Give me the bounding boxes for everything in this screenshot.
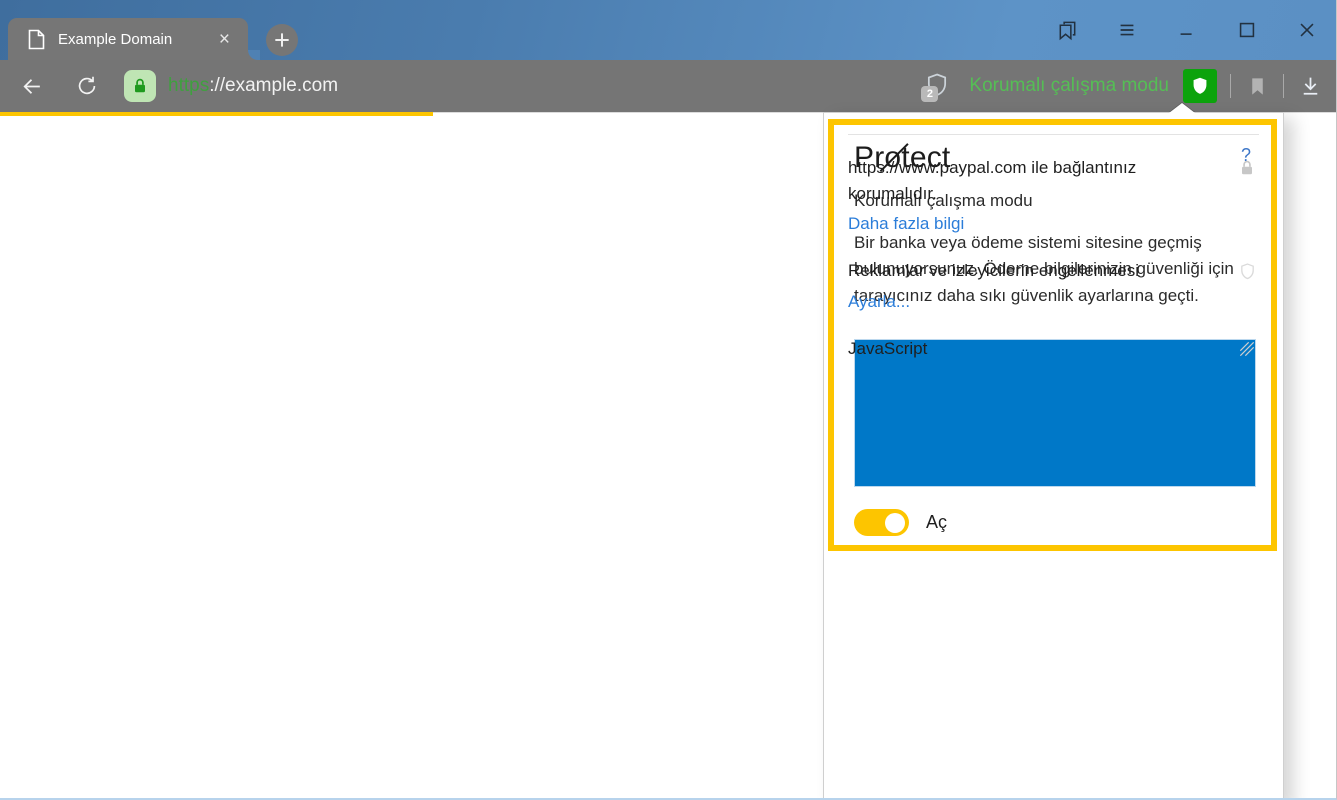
refresh-icon[interactable] xyxy=(74,73,100,99)
payment-banner-image xyxy=(854,339,1256,487)
url-scheme: https xyxy=(168,75,209,96)
connection-security-text: https://www.paypal.com ile bağlantınız k… xyxy=(848,155,1208,206)
url-field[interactable]: https://example.com xyxy=(168,75,338,97)
gear-icon xyxy=(1237,338,1257,360)
popup-arrow xyxy=(1169,103,1195,113)
protect-mode-label[interactable]: Korumalı çalışma modu xyxy=(969,75,1169,97)
javascript-text: JavaScript xyxy=(848,336,1208,362)
url-rest: ://example.com xyxy=(209,75,338,96)
blocked-count-badge: 2 xyxy=(921,86,938,102)
protect-popup: Protect ? Korumalı çalışma modu Bir bank… xyxy=(823,112,1284,800)
address-bar: https://example.com 2 Korumalı çalışma m… xyxy=(0,60,1337,112)
browser-window: Example Domain × xyxy=(0,0,1337,800)
secure-lock-icon[interactable] xyxy=(124,70,156,102)
javascript-section: JavaScript xyxy=(824,336,1283,362)
new-tab-button[interactable] xyxy=(266,24,298,56)
titlebar: Example Domain × xyxy=(0,0,1337,60)
shield-outline-icon xyxy=(1237,260,1257,282)
back-icon[interactable] xyxy=(18,73,44,99)
tab-corner xyxy=(248,50,260,60)
connection-security-section: https://www.paypal.com ile bağlantınız k… xyxy=(824,155,1283,234)
protect-shield-button[interactable] xyxy=(1183,69,1217,103)
bookmark-icon[interactable] xyxy=(1244,73,1270,99)
protect-mode-toggle[interactable] xyxy=(854,509,909,536)
shield-counter-icon[interactable]: 2 xyxy=(923,70,953,102)
lock-icon xyxy=(1237,157,1257,179)
separator xyxy=(1230,74,1231,98)
configure-link[interactable]: Ayarla... xyxy=(848,292,910,312)
close-icon[interactable] xyxy=(1295,18,1319,42)
download-icon[interactable] xyxy=(1297,73,1323,99)
menu-icon[interactable] xyxy=(1115,18,1139,42)
tab-title: Example Domain xyxy=(58,31,215,48)
toggle-label: Aç xyxy=(926,512,947,533)
separator xyxy=(1283,74,1284,98)
toggle-knob xyxy=(885,513,905,533)
ad-blocking-section: Reklamlar ve izleyicilerin engellenmesi … xyxy=(824,258,1283,312)
tab-close-icon[interactable]: × xyxy=(215,28,234,51)
more-info-link[interactable]: Daha fazla bilgi xyxy=(848,214,964,234)
minimize-icon[interactable] xyxy=(1175,18,1199,42)
maximize-icon[interactable] xyxy=(1235,18,1259,42)
tab-example-domain[interactable]: Example Domain × xyxy=(8,18,248,60)
collections-icon[interactable] xyxy=(1055,18,1079,42)
ad-blocking-text: Reklamlar ve izleyicilerin engellenmesi xyxy=(848,258,1208,284)
page-document-icon xyxy=(28,29,45,50)
